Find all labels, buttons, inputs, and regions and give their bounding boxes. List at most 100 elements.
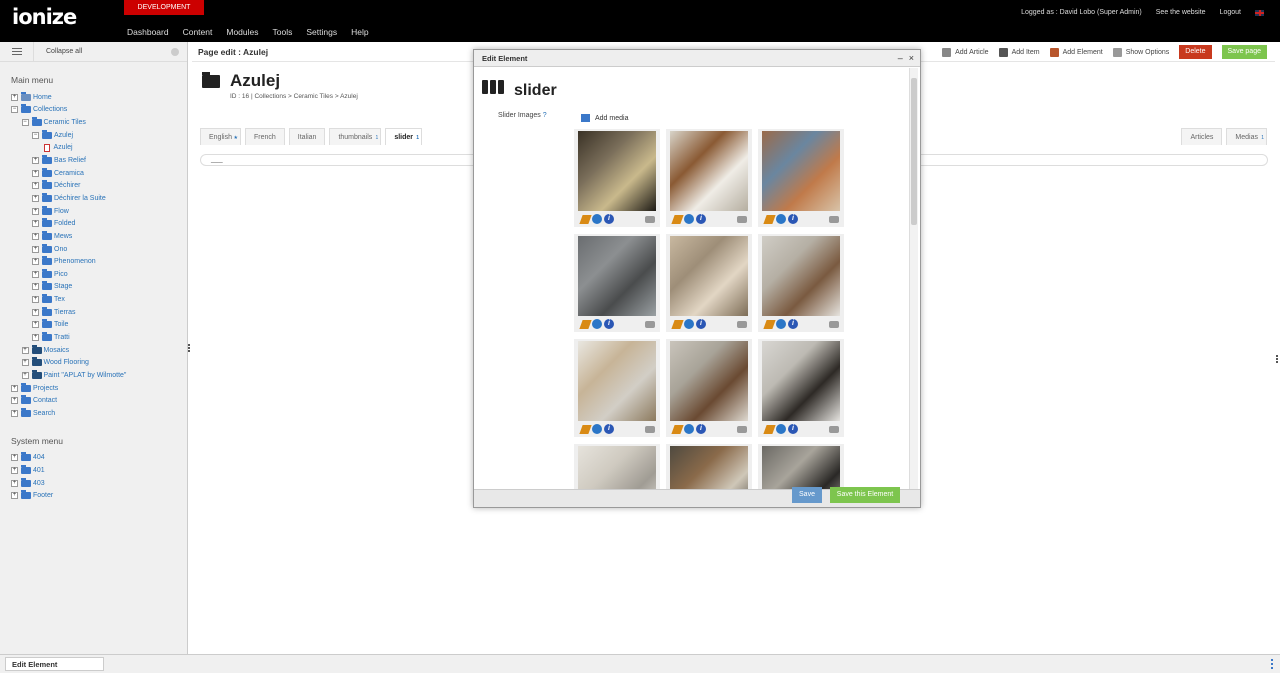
tree-item[interactable]: + Stage — [0, 281, 187, 294]
info-icon[interactable]: i — [788, 319, 798, 329]
add-element-button[interactable]: Add Element — [1049, 47, 1103, 57]
info-icon[interactable]: i — [604, 319, 614, 329]
tree-item[interactable]: + Mosaics — [0, 344, 187, 357]
edit-pencil-icon[interactable] — [671, 214, 684, 224]
expand-toggle-icon[interactable]: + — [21, 371, 29, 379]
refresh-icon[interactable] — [592, 424, 602, 434]
tab-english[interactable]: English ★ — [200, 128, 241, 145]
edit-pencil-icon[interactable] — [671, 424, 684, 434]
nav-dashboard[interactable]: Dashboard — [127, 27, 169, 37]
nav-content[interactable]: Content — [183, 27, 213, 37]
tree-item[interactable]: + Folded — [0, 217, 187, 230]
edit-pencil-icon[interactable] — [579, 214, 592, 224]
refresh-icon[interactable] — [776, 424, 786, 434]
expand-toggle-icon[interactable]: + — [32, 283, 39, 291]
close-icon[interactable]: × — [909, 53, 914, 63]
info-icon[interactable]: i — [696, 319, 706, 329]
tree-item[interactable]: + Pico — [0, 268, 187, 281]
nav-settings[interactable]: Settings — [306, 27, 337, 37]
info-icon[interactable]: i — [696, 214, 706, 224]
right-panel-resize-handle[interactable] — [1276, 355, 1278, 363]
expand-toggle-icon[interactable]: + — [11, 384, 18, 392]
tree-item[interactable]: + Toile — [0, 319, 187, 332]
dialog-scrollbar[interactable] — [909, 68, 918, 490]
tree-item[interactable]: + Wood Flooring — [0, 356, 187, 369]
expand-toggle-icon[interactable]: + — [32, 333, 39, 341]
media-thumbnail[interactable] — [670, 341, 748, 421]
tree-item[interactable]: + Search — [0, 407, 187, 420]
edit-pencil-icon[interactable] — [763, 424, 776, 434]
unlink-icon[interactable] — [645, 320, 655, 328]
refresh-icon[interactable] — [776, 319, 786, 329]
expand-toggle-icon[interactable]: + — [32, 308, 39, 316]
hamburger-icon[interactable] — [0, 41, 34, 62]
ionize-logo[interactable]: ionize — [12, 5, 77, 29]
tab-french[interactable]: French — [244, 128, 285, 145]
show-options-button[interactable]: Show Options — [1112, 47, 1169, 57]
edit-pencil-icon[interactable] — [763, 214, 776, 224]
unlink-icon[interactable] — [737, 425, 747, 433]
expand-toggle-icon[interactable]: + — [32, 169, 39, 177]
language-flag-icon[interactable] — [1255, 10, 1264, 16]
expand-toggle-icon[interactable]: + — [11, 397, 18, 405]
refresh-icon[interactable] — [592, 319, 602, 329]
add-article-button[interactable]: Add Article — [942, 47, 989, 57]
refresh-icon[interactable] — [684, 214, 694, 224]
expand-toggle-icon[interactable]: − — [11, 106, 18, 114]
tab-medias[interactable]: Medias 1 — [1226, 128, 1267, 145]
media-thumbnail[interactable] — [762, 446, 840, 490]
tree-item[interactable]: − Azulej — [0, 129, 187, 142]
tree-item[interactable]: + Tratti — [0, 331, 187, 344]
expand-toggle-icon[interactable]: + — [11, 479, 18, 487]
tree-item[interactable]: + Déchirer la Suite — [0, 192, 187, 205]
refresh-icon[interactable] — [776, 214, 786, 224]
delete-button[interactable]: Delete — [1179, 45, 1212, 59]
minimize-icon[interactable]: – — [898, 53, 903, 63]
expand-toggle-icon[interactable]: + — [11, 454, 18, 462]
expand-toggle-icon[interactable]: + — [32, 194, 39, 202]
tree-item[interactable]: + Phenomenon — [0, 255, 187, 268]
nav-help[interactable]: Help — [351, 27, 368, 37]
add-item-button[interactable]: Add Item — [998, 47, 1040, 57]
expand-toggle-icon[interactable]: + — [11, 93, 18, 101]
save-button[interactable]: Save — [792, 487, 822, 503]
info-icon[interactable]: i — [788, 214, 798, 224]
logout-link[interactable]: Logout — [1220, 9, 1241, 16]
media-thumbnail[interactable] — [670, 236, 748, 316]
edit-pencil-icon[interactable] — [671, 319, 684, 329]
media-thumbnail[interactable] — [578, 236, 656, 316]
media-thumbnail[interactable] — [578, 446, 656, 490]
add-media-button[interactable]: Add media — [581, 114, 628, 122]
tree-item[interactable]: + Projects — [0, 382, 187, 395]
media-thumbnail[interactable] — [762, 131, 840, 211]
media-thumbnail[interactable] — [670, 131, 748, 211]
tree-item[interactable]: + Ceramica — [0, 167, 187, 180]
expand-toggle-icon[interactable]: + — [11, 409, 18, 417]
nav-tools[interactable]: Tools — [273, 27, 293, 37]
unlink-icon[interactable] — [829, 425, 839, 433]
media-thumbnail[interactable] — [578, 131, 656, 211]
info-icon[interactable]: i — [696, 424, 706, 434]
tree-item[interactable]: Azulej — [0, 142, 187, 155]
tree-item[interactable]: + Home — [0, 91, 187, 104]
status-menu-icon[interactable] — [1271, 659, 1273, 669]
edit-pencil-icon[interactable] — [579, 319, 592, 329]
tree-item[interactable]: + Contact — [0, 394, 187, 407]
tree-item[interactable]: +401 — [0, 464, 187, 477]
expand-toggle-icon[interactable]: + — [21, 359, 29, 367]
save-element-button[interactable]: Save this Element — [830, 487, 900, 503]
tree-item[interactable]: + Tex — [0, 293, 187, 306]
dialog-header[interactable]: Edit Element — [474, 50, 920, 67]
expand-toggle-icon[interactable]: + — [11, 492, 18, 500]
expand-toggle-icon[interactable]: − — [32, 131, 39, 139]
tree-item[interactable]: − Collections — [0, 104, 187, 117]
tree-item[interactable]: + Ono — [0, 243, 187, 256]
tab-thumbnails[interactable]: thumbnails 1 — [329, 128, 382, 145]
tree-item[interactable]: +403 — [0, 477, 187, 490]
expand-toggle-icon[interactable]: + — [32, 296, 39, 304]
edit-pencil-icon[interactable] — [579, 424, 592, 434]
tab-articles[interactable]: Articles — [1181, 128, 1223, 145]
tree-item[interactable]: + Paint "APLAT by Wilmotte" — [0, 369, 187, 382]
see-website-link[interactable]: See the website — [1156, 9, 1206, 16]
collapse-all-button[interactable]: Collapse all — [34, 48, 171, 55]
